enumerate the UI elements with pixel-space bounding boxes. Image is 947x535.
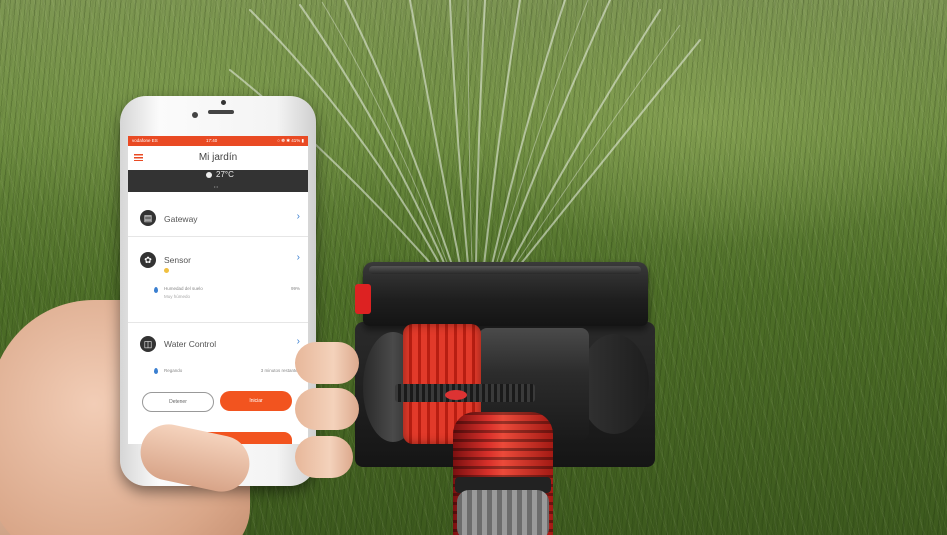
- soil-humidity-value: 99%: [290, 286, 300, 291]
- sensor-icon: ✿: [140, 252, 156, 268]
- chevron-right-icon: ›: [296, 252, 300, 263]
- app-screen: vodafone ES 17:40 ○ ❁ ✱ 41% ▮ Mi jardín …: [128, 136, 308, 444]
- phone-camera: [221, 100, 226, 105]
- sprinkler-right-cylinder: [579, 334, 649, 434]
- battery-status-dot: [164, 268, 169, 273]
- weather-temperature: 27°C: [216, 170, 234, 179]
- status-indicators: ○ ❁ ✱ 41% ▮: [277, 138, 304, 143]
- hose-grip: [457, 490, 549, 535]
- section-gateway-label: Gateway: [164, 214, 198, 224]
- status-carrier: vodafone ES: [132, 138, 158, 143]
- weather-banner: 27°C • •: [128, 170, 308, 192]
- start-button[interactable]: Iniciar: [220, 391, 292, 411]
- stop-button[interactable]: Detener: [142, 392, 214, 412]
- lawn-background: vodafone ES 17:40 ○ ❁ ✱ 41% ▮ Mi jardín …: [0, 0, 947, 535]
- soil-humidity-status: Muy húmedo: [164, 294, 191, 299]
- water-drop-icon: [154, 287, 158, 293]
- chevron-right-icon: ›: [296, 211, 300, 222]
- watering-time-remaining: 3 minutos restantes: [260, 368, 300, 373]
- section-gateway[interactable]: ▤ Gateway ›: [128, 200, 308, 237]
- water-control-icon: ◫: [140, 336, 156, 352]
- water-drop-icon: [154, 368, 158, 374]
- chevron-right-icon: ›: [296, 336, 300, 347]
- phone-speaker: [208, 110, 234, 114]
- section-water-control-label: Water Control: [164, 339, 217, 349]
- pager-dots: • •: [214, 184, 218, 189]
- garden-sprinkler: [355, 262, 655, 535]
- page-title: Mi jardín: [198, 152, 238, 163]
- phone-sensor: [192, 112, 198, 118]
- status-time: 17:40: [206, 138, 218, 143]
- bottom-action-button[interactable]: [146, 432, 292, 444]
- gateway-icon: ▤: [140, 210, 156, 226]
- soil-humidity-label: Humedad del suelo: [164, 286, 203, 291]
- sprinkler-red-dot: [445, 390, 467, 400]
- status-bar: vodafone ES 17:40 ○ ❁ ✱ 41% ▮: [128, 136, 308, 146]
- watering-label: Regando: [164, 368, 183, 373]
- nav-bar: Mi jardín: [128, 146, 308, 171]
- section-sensor[interactable]: ✿ Sensor › Humedad del suelo Muy húmedo …: [128, 246, 308, 323]
- section-sensor-label: Sensor: [164, 255, 191, 265]
- sprinkler-top-edge: [369, 266, 641, 274]
- sun-icon: [206, 172, 212, 178]
- smartphone: vodafone ES 17:40 ○ ❁ ✱ 41% ▮ Mi jardín …: [120, 96, 316, 486]
